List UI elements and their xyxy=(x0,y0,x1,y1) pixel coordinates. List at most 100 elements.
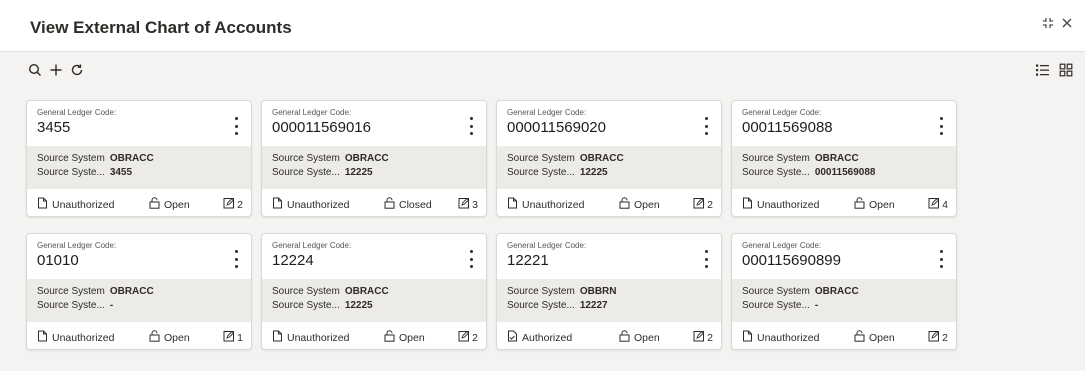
source-ref-row: Source Syste... 12225 xyxy=(507,166,711,180)
record-status-label: Open xyxy=(634,331,660,344)
more-options-icon[interactable] xyxy=(936,250,946,268)
source-ref-label: Source Syste... xyxy=(507,300,575,311)
gl-code-value: 00011569088 xyxy=(742,119,833,136)
gl-card[interactable]: General Ledger Code: 3455 Source System O… xyxy=(26,100,252,217)
more-options-icon[interactable] xyxy=(466,117,476,135)
card-header: General Ledger Code: 000011569016 xyxy=(262,101,486,145)
auth-status: Authorized xyxy=(507,330,572,345)
record-status: Open xyxy=(149,330,190,345)
source-system-row: Source System OBBRN xyxy=(507,285,711,299)
lock-icon xyxy=(384,197,395,212)
gl-code-label: General Ledger Code: xyxy=(272,241,352,250)
gl-code-value: 12221 xyxy=(507,252,549,269)
source-ref-row: Source Syste... - xyxy=(37,299,241,313)
gl-card[interactable]: General Ledger Code: 000011569016 Source… xyxy=(261,100,487,217)
record-status: Open xyxy=(619,330,660,345)
modification-count: 1 xyxy=(223,330,243,345)
lock-icon xyxy=(149,330,160,345)
modification-number: 2 xyxy=(472,331,478,344)
modification-number: 3 xyxy=(472,198,478,211)
record-status-label: Open xyxy=(634,198,660,211)
modification-number: 4 xyxy=(942,198,948,211)
edit-icon xyxy=(928,330,940,345)
modification-number: 2 xyxy=(707,198,713,211)
source-system-value: OBBRN xyxy=(579,286,617,297)
card-details: Source System OBRACC Source Syste... 12225 xyxy=(262,146,486,189)
record-status: Open xyxy=(619,197,660,212)
source-system-row: Source System OBRACC xyxy=(742,152,946,166)
source-system-value: OBRACC xyxy=(109,286,154,297)
card-footer: Unauthorized Open 2 xyxy=(262,322,486,349)
more-options-icon[interactable] xyxy=(231,117,241,135)
gl-code-label: General Ledger Code: xyxy=(507,108,587,117)
gl-code-label: General Ledger Code: xyxy=(37,108,117,117)
source-ref-row: Source Syste... 12225 xyxy=(272,299,476,313)
card-footer: Unauthorized Open 2 xyxy=(732,322,956,349)
edit-icon xyxy=(223,330,235,345)
page-title: View External Chart of Accounts xyxy=(30,18,292,37)
list-view-icon[interactable] xyxy=(1033,61,1051,79)
modification-number: 2 xyxy=(707,331,713,344)
source-ref-label: Source Syste... xyxy=(37,167,105,178)
modification-count: 2 xyxy=(693,197,713,212)
grid-view-icon[interactable] xyxy=(1057,61,1075,79)
source-ref-value: 12225 xyxy=(579,167,608,178)
card-details: Source System OBRACC Source Syste... 12225 xyxy=(497,146,721,189)
gl-card[interactable]: General Ledger Code: 01010 Source System… xyxy=(26,233,252,350)
card-header: General Ledger Code: 000011569020 xyxy=(497,101,721,145)
card-footer: Authorized Open 2 xyxy=(497,322,721,349)
card-details: Source System OBRACC Source Syste... 12225 xyxy=(262,279,486,322)
source-system-label: Source System xyxy=(507,286,575,297)
more-options-icon[interactable] xyxy=(701,250,711,268)
source-system-label: Source System xyxy=(37,153,105,164)
auth-status-label: Unauthorized xyxy=(757,198,820,211)
auth-status: Unauthorized xyxy=(507,197,584,212)
more-options-icon[interactable] xyxy=(701,117,711,135)
card-header: General Ledger Code: 12224 xyxy=(262,234,486,278)
more-options-icon[interactable] xyxy=(936,117,946,135)
card-details: Source System OBRACC Source Syste... 3455 xyxy=(27,146,251,189)
source-ref-row: Source Syste... 12225 xyxy=(272,166,476,180)
card-details: Source System OBRACC Source Syste... - xyxy=(732,279,956,322)
source-ref-value: 12227 xyxy=(579,300,608,311)
source-system-row: Source System OBRACC xyxy=(37,285,241,299)
modification-count: 3 xyxy=(458,197,478,212)
gl-card[interactable]: General Ledger Code: 00011569088 Source … xyxy=(731,100,957,217)
source-system-label: Source System xyxy=(742,153,810,164)
document-icon xyxy=(272,330,283,345)
gl-card[interactable]: General Ledger Code: 12224 Source System… xyxy=(261,233,487,350)
search-icon[interactable] xyxy=(26,61,44,79)
source-ref-label: Source Syste... xyxy=(742,167,810,178)
minimize-icon[interactable] xyxy=(1039,16,1057,34)
source-system-row: Source System OBRACC xyxy=(37,152,241,166)
card-details: Source System OBBRN Source Syste... 12227 xyxy=(497,279,721,322)
gl-code-label: General Ledger Code: xyxy=(507,241,587,250)
lock-icon xyxy=(854,330,865,345)
auth-status: Unauthorized xyxy=(37,330,114,345)
card-header: General Ledger Code: 3455 xyxy=(27,101,251,145)
refresh-icon[interactable] xyxy=(68,61,86,79)
auth-status-label: Unauthorized xyxy=(52,198,115,211)
close-icon[interactable] xyxy=(1058,16,1076,34)
gl-card[interactable]: General Ledger Code: 000115690899 Source… xyxy=(731,233,957,350)
source-ref-value: 12225 xyxy=(344,167,373,178)
card-footer: Unauthorized Open 2 xyxy=(497,189,721,216)
gl-card[interactable]: General Ledger Code: 000011569020 Source… xyxy=(496,100,722,217)
source-ref-label: Source Syste... xyxy=(37,300,105,311)
add-icon[interactable] xyxy=(47,61,65,79)
auth-status: Unauthorized xyxy=(742,197,819,212)
record-status: Closed xyxy=(384,197,432,212)
gl-card[interactable]: General Ledger Code: 12221 Source System… xyxy=(496,233,722,350)
card-footer: Unauthorized Open 4 xyxy=(732,189,956,216)
source-system-value: OBRACC xyxy=(579,153,624,164)
more-options-icon[interactable] xyxy=(466,250,476,268)
more-options-icon[interactable] xyxy=(231,250,241,268)
document-icon xyxy=(37,197,48,212)
auth-status-label: Unauthorized xyxy=(522,198,585,211)
source-ref-value: 00011569088 xyxy=(814,167,876,178)
gl-code-label: General Ledger Code: xyxy=(37,241,117,250)
edit-icon xyxy=(223,197,235,212)
record-status-label: Open xyxy=(399,331,425,344)
gl-code-label: General Ledger Code: xyxy=(272,108,352,117)
source-ref-label: Source Syste... xyxy=(272,300,340,311)
